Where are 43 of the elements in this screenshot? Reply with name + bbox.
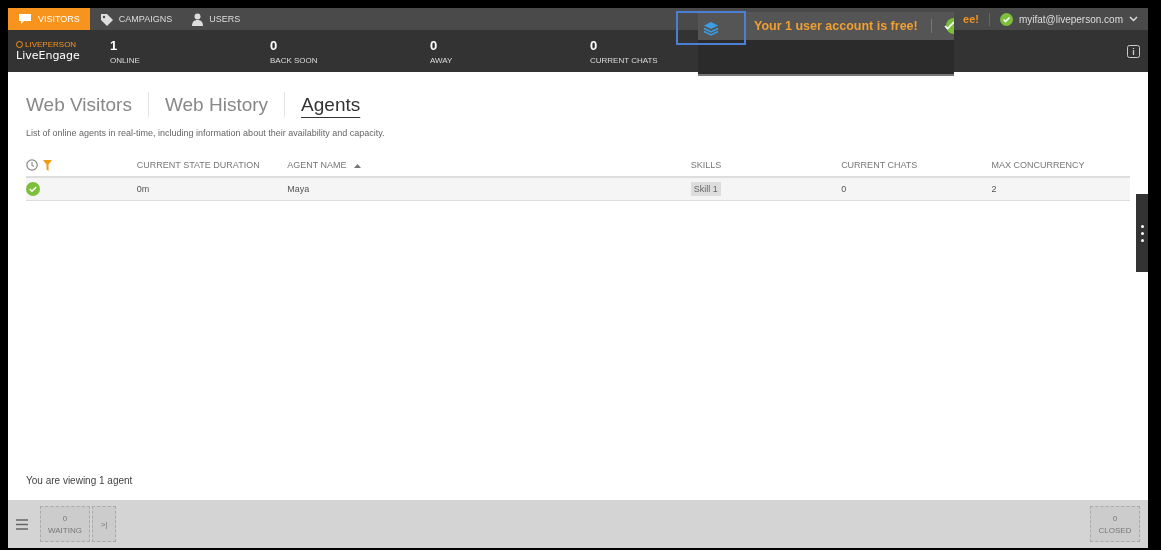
column-header[interactable]: CURRENT STATE DURATION (136, 160, 260, 170)
chat-bubble-icon (18, 13, 32, 25)
info-icon[interactable] (1127, 44, 1140, 58)
table-cell: 0 (841, 184, 847, 194)
table-cell: 2 (991, 184, 997, 194)
column-header[interactable]: AGENT NAME (287, 160, 361, 170)
waiting-button[interactable]: 0 WAITING (40, 506, 90, 542)
status-text: You are viewing 1 agent (26, 475, 134, 486)
stat-label: AWAY (430, 55, 454, 65)
view-tab[interactable]: Agents (284, 92, 377, 118)
view-tab[interactable]: Web History (147, 92, 285, 118)
stat-value: 0 (270, 37, 279, 53)
notice-text: ee! (963, 13, 979, 25)
description-text: List of online agents in real-time, including information about their availability and capacity. (26, 128, 386, 138)
stat-value: 0 (430, 37, 439, 53)
layers-button[interactable] (676, 11, 746, 45)
column-header[interactable]: MAX CONCURRENCY (991, 160, 1085, 170)
skip-button[interactable]: >| (92, 506, 116, 542)
user-menu[interactable]: myifat@liveperson.com (988, 12, 1148, 26)
caret-icon (1129, 16, 1138, 22)
nav-tab[interactable]: USERS (182, 8, 251, 30)
stat-label: CURRENT CHATS (590, 55, 659, 65)
closed-button[interactable]: 0 CLOSED (1090, 506, 1140, 542)
column-header[interactable]: SKILLS (690, 160, 722, 170)
side-panel-handle[interactable] (1136, 194, 1148, 272)
brand-logo: LIVEPERSON LiveEngage (15, 40, 81, 62)
table-cell: 0m (136, 184, 150, 194)
user-icon (192, 12, 204, 26)
stat-label: BACK SOON (270, 55, 319, 65)
stat-value: 1 (110, 37, 119, 53)
skill-tag: Skill 1 (690, 182, 721, 196)
stat-label: ONLINE (110, 55, 141, 65)
promo-text: Your 1 user account is free! (754, 19, 932, 33)
layers-icon (703, 20, 719, 36)
table-cell: Maya (287, 184, 310, 194)
stat-value: 0 (590, 37, 599, 53)
menu-icon[interactable] (16, 518, 28, 530)
view-tab[interactable]: Web Visitors (26, 92, 148, 118)
tag-icon (99, 12, 113, 26)
nav-tab[interactable]: CAMPAIGNS (89, 8, 183, 30)
clock-icon[interactable] (26, 159, 38, 171)
column-header[interactable]: CURRENT CHATS (841, 160, 918, 170)
sort-ascending-icon (353, 162, 361, 168)
